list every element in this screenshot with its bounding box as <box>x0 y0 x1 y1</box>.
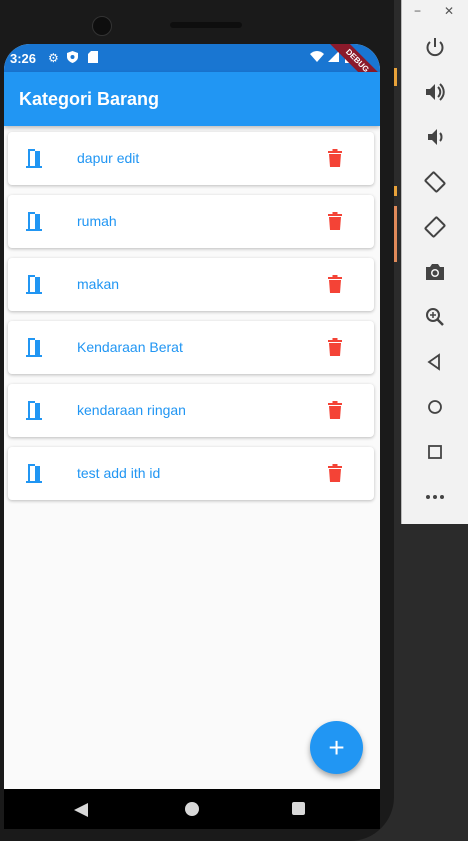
overview-icon[interactable] <box>424 441 446 463</box>
category-list: dapur edit rumah makan Kendaraan Berat k <box>8 132 374 510</box>
door-icon <box>26 338 42 357</box>
category-name: dapur edit <box>77 150 140 166</box>
delete-icon[interactable] <box>328 149 342 167</box>
signal-icon <box>328 51 339 65</box>
door-icon <box>26 401 42 420</box>
shield-icon <box>67 51 78 66</box>
delete-icon[interactable] <box>328 275 342 293</box>
category-name: makan <box>77 276 120 292</box>
camera-icon[interactable] <box>424 261 446 283</box>
category-card[interactable]: kendaraan ringan <box>8 384 374 437</box>
minimize-button[interactable]: − <box>414 4 421 18</box>
settings-icon: ⚙ <box>48 51 59 65</box>
sd-card-icon <box>88 51 98 66</box>
zoom-icon[interactable] <box>424 306 446 328</box>
power-icon[interactable] <box>424 36 446 58</box>
category-card[interactable]: dapur edit <box>8 132 374 185</box>
plus-icon: + <box>328 732 345 763</box>
category-card[interactable]: makan <box>8 258 374 311</box>
rotate-left-icon[interactable] <box>424 171 446 193</box>
delete-icon[interactable] <box>328 401 342 419</box>
earpiece-speaker <box>170 22 242 28</box>
category-card[interactable]: rumah <box>8 195 374 248</box>
door-icon <box>26 149 42 168</box>
emulator-toolbar: − ✕ <box>401 0 468 524</box>
category-name: rumah <box>77 213 117 229</box>
recents-icon[interactable] <box>292 802 305 815</box>
rotate-right-icon[interactable] <box>424 216 446 238</box>
wifi-icon <box>310 51 324 65</box>
category-name: Kendaraan Berat <box>77 339 183 355</box>
home-icon[interactable] <box>185 802 199 816</box>
device-screen: 3:26 ⚙ DEBUG Kategori Barang dapur edit … <box>4 44 380 829</box>
volume-up-icon[interactable] <box>424 81 446 103</box>
back-icon[interactable] <box>424 351 446 373</box>
door-icon <box>26 212 42 231</box>
category-card[interactable]: Kendaraan Berat <box>8 321 374 374</box>
category-name: test add ith id <box>77 465 161 481</box>
delete-icon[interactable] <box>328 338 342 356</box>
volume-down-icon[interactable] <box>424 126 446 148</box>
phone-frame: 3:26 ⚙ DEBUG Kategori Barang dapur edit … <box>0 0 394 841</box>
close-button[interactable]: ✕ <box>444 4 454 18</box>
back-icon[interactable] <box>74 803 88 817</box>
front-camera <box>92 16 112 36</box>
emulator-background-strip <box>394 60 401 262</box>
delete-icon[interactable] <box>328 212 342 230</box>
app-bar: Kategori Barang <box>4 72 380 126</box>
door-icon <box>26 275 42 294</box>
status-bar: 3:26 ⚙ DEBUG <box>4 44 380 98</box>
system-nav-bar <box>4 789 380 829</box>
add-category-button[interactable]: + <box>310 721 363 774</box>
door-icon <box>26 464 42 483</box>
delete-icon[interactable] <box>328 464 342 482</box>
more-icon[interactable] <box>424 486 446 508</box>
category-name: kendaraan ringan <box>77 402 186 418</box>
status-time: 3:26 <box>10 51 37 66</box>
home-icon[interactable] <box>424 396 446 418</box>
page-title: Kategori Barang <box>19 89 160 109</box>
category-card[interactable]: test add ith id <box>8 447 374 500</box>
